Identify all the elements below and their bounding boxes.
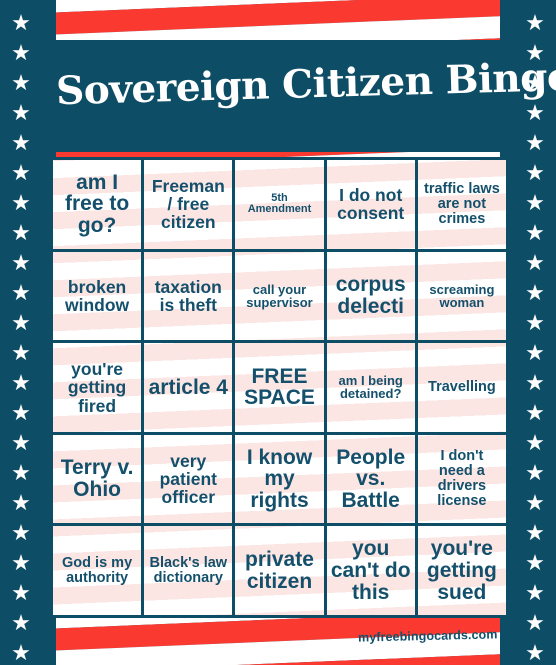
star-icon: ★ [525,460,545,485]
bingo-cell-label: you're getting sued [426,537,497,604]
star-icon: ★ [525,340,545,365]
bingo-grid: am I free to go? Freeman / free citizen 5t… [53,160,506,615]
bingo-cell[interactable]: corpus delecti [326,251,415,341]
star-icon: ★ [11,190,31,215]
bingo-cell-label: Freeman / free citizen [151,176,225,233]
star-icon: ★ [525,370,545,395]
star-icon: ★ [11,610,31,635]
bingo-cell-label: God is my authority [62,554,133,586]
bingo-cell-label: you're getting fired [67,359,127,416]
bingo-card: ★ ★ ★ ★ ★ ★ ★ ★ ★ ★ ★ ★ ★ ★ ★ ★ ★ ★ ★ ★ ★ ★ ★ ★ ★ ★ ★ ★ ★ ★ ★ ★ ★ ★ ★ ★ ★ ★ ★… [0,0,556,665]
bingo-cell[interactable]: call your supervisor [235,251,324,341]
star-icon: ★ [11,370,31,395]
bingo-cell[interactable]: I do not consent [326,160,415,249]
star-icon: ★ [11,520,31,545]
bingo-cell[interactable]: you can't do this [326,526,415,615]
bingo-cell-label: call your supervisor [246,281,313,310]
star-icon: ★ [525,400,545,425]
bingo-cell[interactable]: you're getting sued [417,526,506,615]
title-panel: Sovereign Citizen Bingo [55,40,556,152]
bingo-cell[interactable]: Terry v. Ohio [53,434,142,524]
bingo-cell[interactable]: Travelling [417,343,506,432]
star-icon: ★ [11,640,31,665]
star-icon: ★ [525,100,545,125]
bingo-cell-label: traffic laws are not crimes [424,180,500,227]
star-icon: ★ [525,190,545,215]
bingo-cell[interactable]: broken window [53,251,142,341]
bingo-cell[interactable]: very patient officer [144,434,233,524]
bingo-cell[interactable]: taxation is theft [144,251,233,341]
star-icon: ★ [11,70,31,95]
bingo-cell-label: Travelling [428,379,496,396]
star-icon: ★ [11,160,31,185]
bingo-cell[interactable]: I don't need a drivers license [417,434,506,524]
star-icon: ★ [525,130,545,155]
star-icon: ★ [11,400,31,425]
star-icon: ★ [11,430,31,455]
bingo-cell[interactable]: People vs. Battle [326,434,415,524]
bingo-cell[interactable]: am I free to go? [53,160,142,249]
bingo-cell[interactable]: am I being detained? [326,343,415,432]
bingo-cell-label: taxation is theft [154,276,222,315]
bingo-cell-label: private citizen [245,548,314,593]
bingo-cell-label: Terry v. Ohio [60,456,134,502]
bingo-cell[interactable]: Freeman / free citizen [144,160,233,249]
bingo-cell-label: screaming woman [429,281,495,310]
bingo-cell[interactable]: 5th Amendment [235,160,324,249]
bingo-cell-label: Black's law dictionary [149,554,228,586]
star-icon: ★ [11,310,31,335]
star-icon: ★ [525,550,545,575]
bingo-cell-label: I do not consent [337,185,405,224]
star-icon: ★ [525,430,545,455]
bingo-cell[interactable]: you're getting fired [53,343,142,432]
star-icon: ★ [11,10,31,35]
bingo-free-space-cell[interactable]: FREE SPACE [235,343,324,432]
star-icon: ★ [525,580,545,605]
star-icon: ★ [11,340,31,365]
star-icon: ★ [525,520,545,545]
star-icon: ★ [525,220,545,245]
bingo-cell-label: I don't need a drivers license [437,448,487,510]
bingo-grid-container: am I free to go? Freeman / free citizen 5t… [50,157,509,618]
star-icon: ★ [11,490,31,515]
star-icon: ★ [11,40,31,65]
star-icon: ★ [11,550,31,575]
star-icon: ★ [11,250,31,275]
star-icon: ★ [11,100,31,125]
bingo-cell[interactable]: traffic laws are not crimes [417,160,506,249]
bingo-cell-label: corpus delecti [335,273,406,318]
left-star-band: ★ ★ ★ ★ ★ ★ ★ ★ ★ ★ ★ ★ ★ ★ ★ ★ ★ ★ ★ ★ ★ ★ [0,0,56,665]
star-icon: ★ [525,250,545,275]
bingo-cell-label: broken window [65,276,130,315]
bingo-cell-label: FREE SPACE [244,364,315,410]
bingo-cell-label: you can't do this [330,537,411,604]
bingo-cell-label: am I free to go? [65,170,130,238]
bingo-cell-label: very patient officer [159,451,217,508]
bingo-cell[interactable]: private citizen [235,526,324,615]
star-icon: ★ [525,310,545,335]
bingo-cell-label: 5th Amendment [247,191,312,216]
star-icon: ★ [11,460,31,485]
star-icon: ★ [11,580,31,605]
star-icon: ★ [525,610,545,635]
page-title: Sovereign Citizen Bingo [55,53,556,115]
bingo-cell[interactable]: Black's law dictionary [144,526,233,615]
bingo-cell[interactable]: screaming woman [417,251,506,341]
star-icon: ★ [11,280,31,305]
bingo-cell[interactable]: God is my authority [53,526,142,615]
bingo-cell-label: I know my rights [246,445,313,512]
star-icon: ★ [11,220,31,245]
star-icon: ★ [525,10,545,35]
star-icon: ★ [525,160,545,185]
bingo-cell-label: People vs. Battle [336,445,406,512]
star-icon: ★ [525,640,545,665]
star-icon: ★ [525,280,545,305]
star-icon: ★ [525,490,545,515]
star-icon: ★ [11,130,31,155]
bingo-cell-label: article 4 [148,375,228,399]
bingo-cell-label: am I being detained? [338,373,403,402]
bingo-cell[interactable]: article 4 [144,343,233,432]
bingo-cell[interactable]: I know my rights [235,434,324,524]
